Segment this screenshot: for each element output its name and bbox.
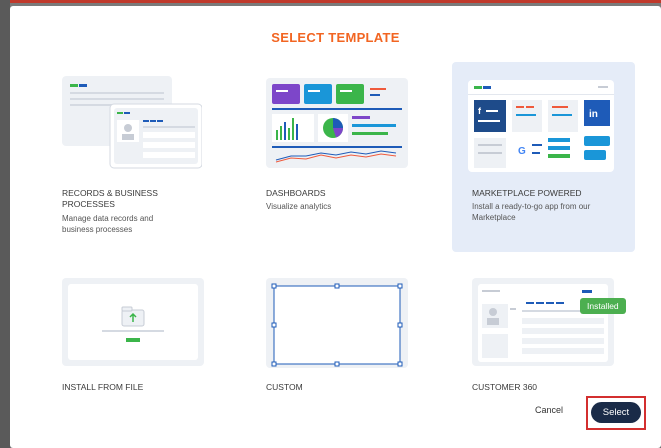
template-title-dashboards: DASHBOARDS bbox=[266, 188, 326, 198]
template-thumb-customer360 bbox=[472, 278, 614, 366]
template-thumb-dashboards bbox=[266, 78, 408, 168]
template-title-custom: CUSTOM bbox=[266, 382, 303, 392]
svg-text:G: G bbox=[518, 146, 526, 157]
template-card-marketplace[interactable]: f in G MARKETPLACE POWERED Install a rea… bbox=[452, 62, 635, 252]
template-desc-dashboards: Visualize analytics bbox=[266, 202, 332, 211]
select-template-dialog: SELECT TEMPLATE RECORDS & BUSINESS PROCE… bbox=[10, 6, 661, 448]
template-thumb-records bbox=[62, 76, 202, 172]
select-button[interactable]: Select bbox=[591, 402, 641, 423]
template-card-dashboards[interactable]: DASHBOARDS Visualize analytics bbox=[260, 62, 430, 252]
template-thumb-install-file bbox=[62, 278, 204, 366]
template-thumb-custom bbox=[266, 278, 408, 368]
background-accent bbox=[0, 0, 661, 3]
background-sidebar bbox=[0, 0, 10, 448]
template-thumb-marketplace: f in G bbox=[468, 80, 614, 172]
template-title-customer360: CUSTOMER 360 bbox=[472, 382, 538, 392]
cancel-button[interactable]: Cancel bbox=[535, 405, 563, 415]
template-desc-records: Manage data records and business process… bbox=[62, 214, 154, 234]
template-card-install-file[interactable]: INSTALL FROM FILE bbox=[54, 274, 224, 394]
template-title-install-file: INSTALL FROM FILE bbox=[62, 382, 144, 392]
marketplace-illustration-icon: f in G bbox=[468, 86, 614, 168]
template-title-marketplace: MARKETPLACE POWERED bbox=[472, 188, 582, 198]
customer360-illustration-icon bbox=[478, 284, 608, 362]
installed-badge: Installed bbox=[580, 298, 626, 314]
dashboard-illustration-icon bbox=[272, 84, 402, 163]
template-title-records: RECORDS & BUSINESS PROCESSES bbox=[62, 188, 158, 209]
template-desc-marketplace: Install a ready-to-go app from our Marke… bbox=[472, 202, 591, 222]
template-card-customer360[interactable]: Installed CUSTOMER 360 bbox=[466, 274, 636, 394]
svg-text:in: in bbox=[589, 109, 598, 120]
template-card-custom[interactable]: CUSTOM bbox=[260, 274, 430, 394]
template-card-records[interactable]: RECORDS & BUSINESS PROCESSES Manage data… bbox=[54, 62, 224, 252]
records-illustration-icon bbox=[62, 76, 202, 169]
dialog-title: SELECT TEMPLATE bbox=[271, 30, 400, 45]
upload-folder-icon bbox=[68, 284, 198, 360]
custom-frame-icon bbox=[271, 283, 403, 367]
